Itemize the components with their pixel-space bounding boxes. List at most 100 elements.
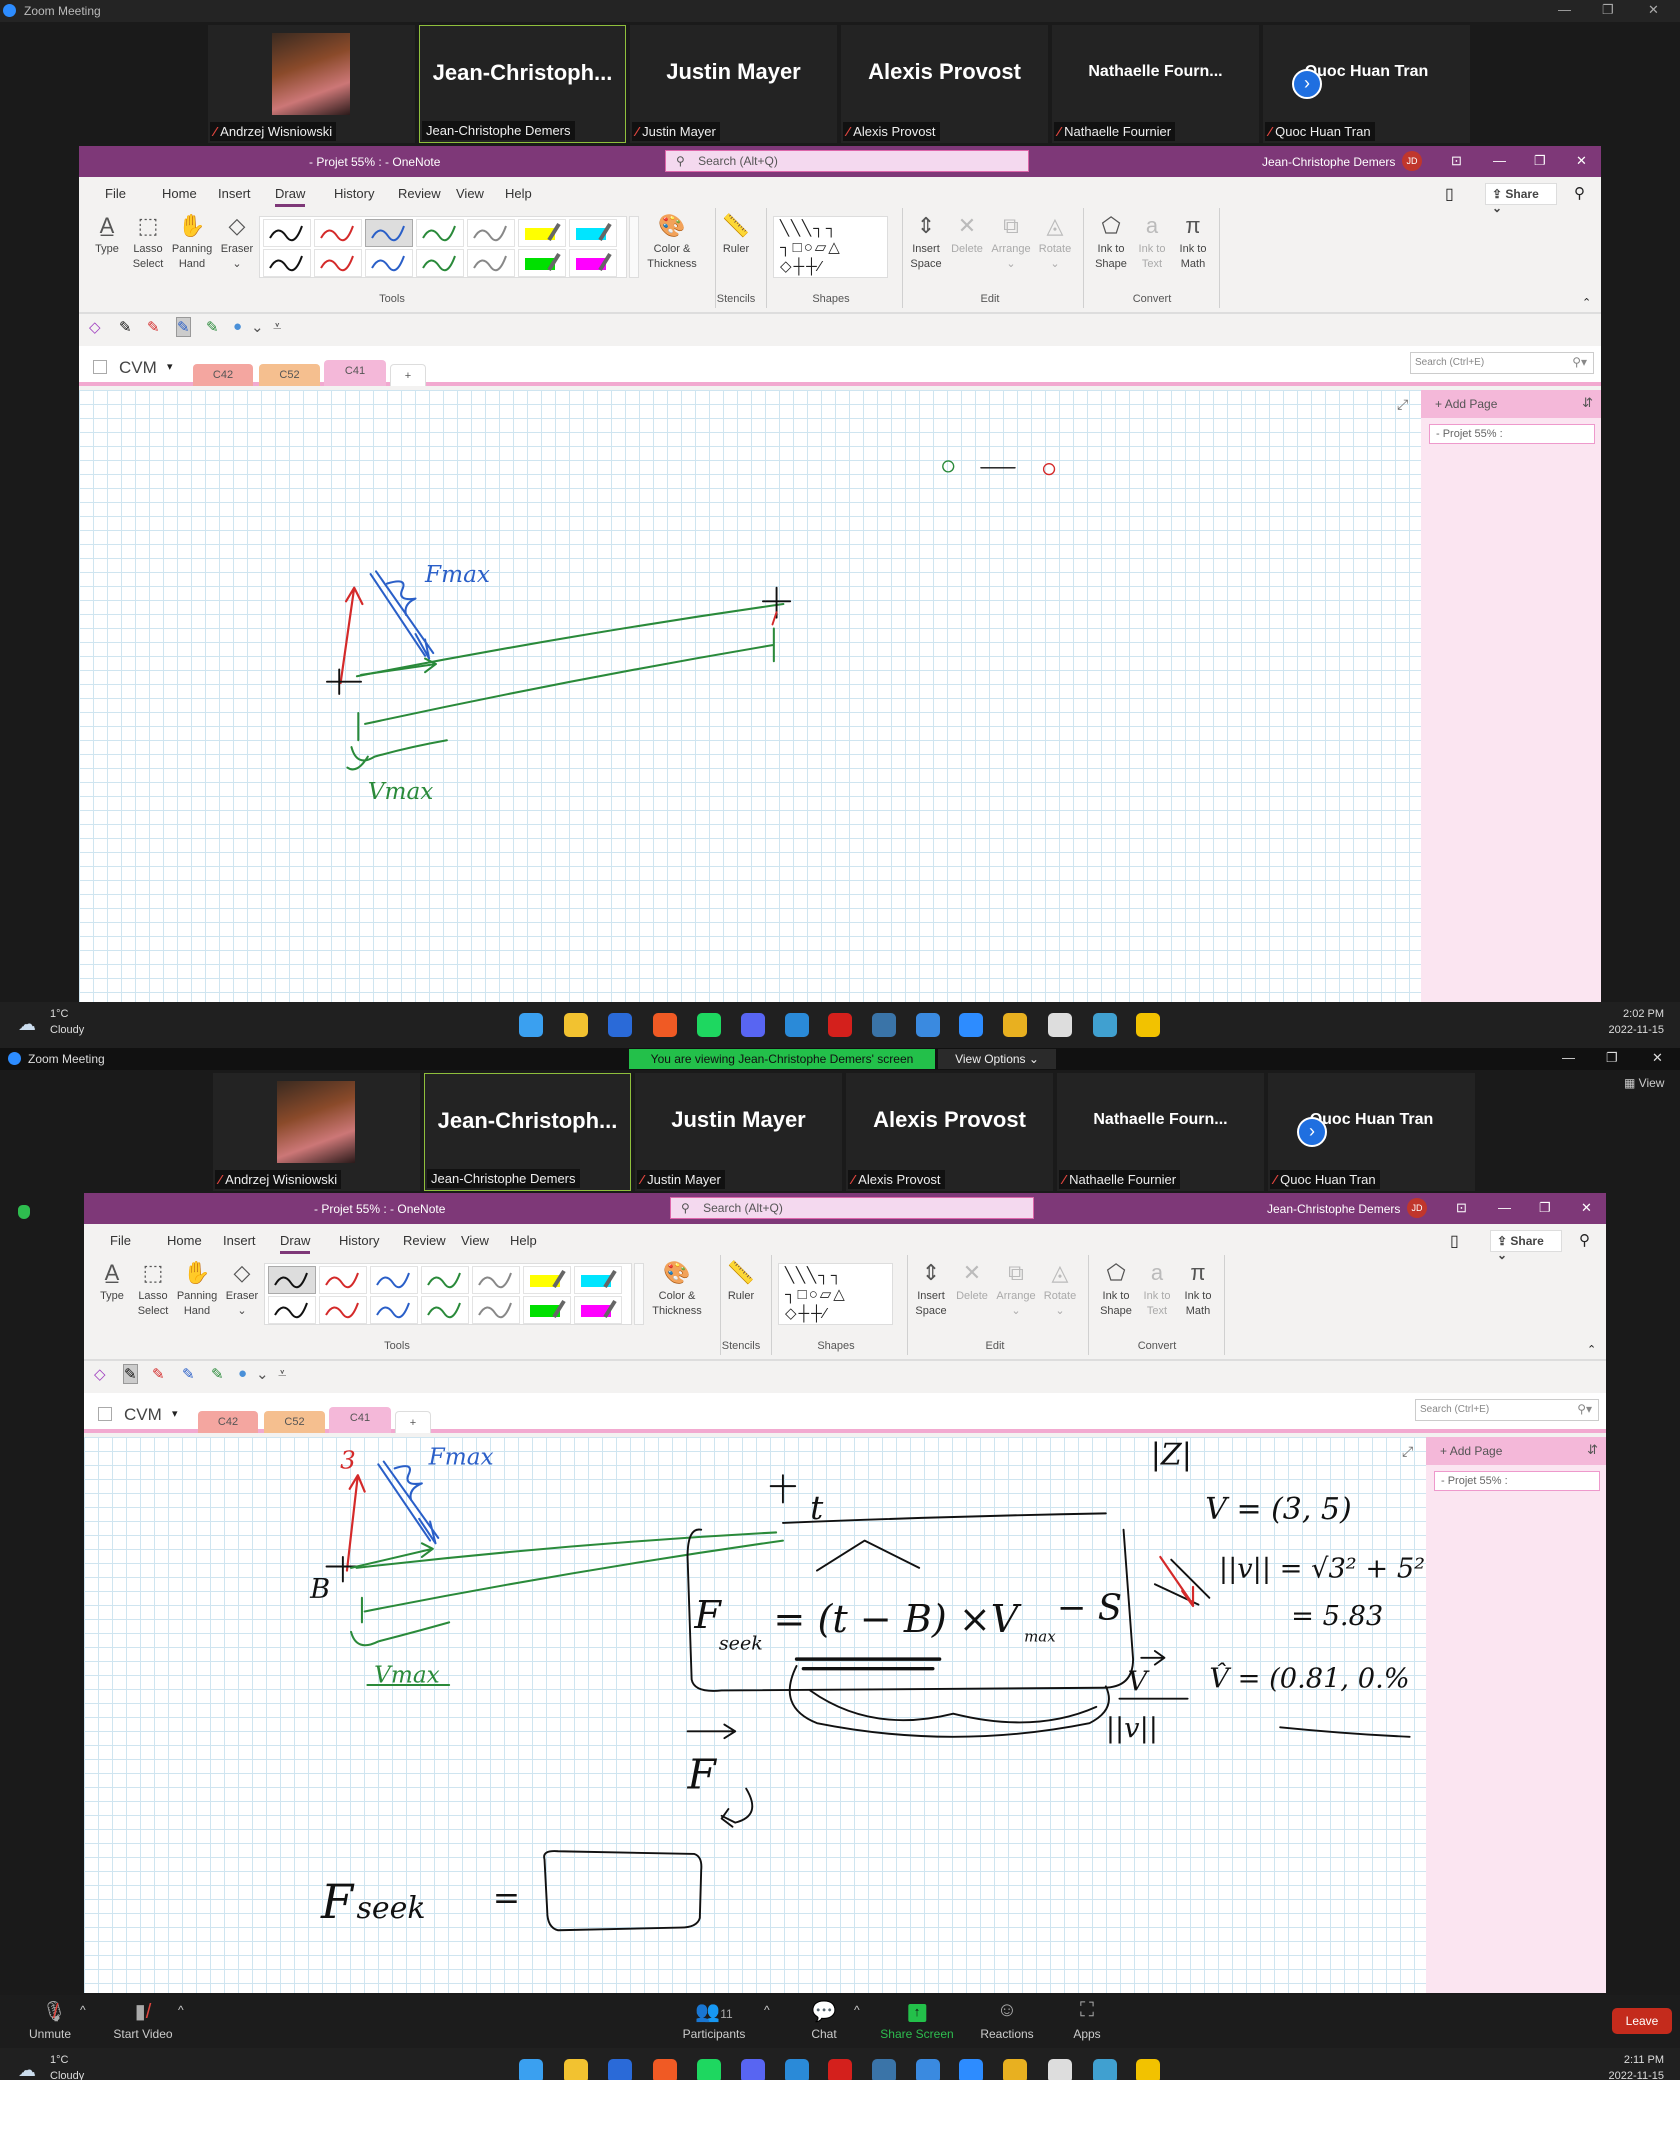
pen-swatch[interactable] (518, 219, 566, 247)
tab-view[interactable]: View (461, 1233, 489, 1248)
brave-icon[interactable] (653, 2059, 677, 2080)
section-tab-c52[interactable]: C52 (259, 364, 320, 386)
file-explorer-icon[interactable] (564, 1013, 588, 1037)
ink-drawing[interactable]: Fmax Vmax (79, 390, 1421, 1002)
black-pen-icon[interactable]: ✎ (123, 1364, 138, 1384)
tab-view[interactable]: View (456, 186, 484, 201)
ruler-button[interactable]: 📏 Ruler (721, 1259, 761, 1304)
tab-insert[interactable]: Insert (218, 186, 251, 201)
color-thickness-button[interactable]: 🎨 Color & Thickness (649, 1259, 705, 1319)
tool-eraser[interactable]: ◇ Eraser ⌄ (216, 212, 258, 272)
acrobat-icon[interactable] (828, 1013, 852, 1037)
tab-draw[interactable]: Draw (280, 1233, 311, 1254)
tool-type[interactable]: A̲ Type (86, 212, 128, 257)
notebook-name[interactable]: CVM (119, 358, 157, 378)
participants-caret-icon[interactable]: ^ (764, 2003, 770, 2017)
share-screen-button[interactable]: ↑ Share Screen (880, 1999, 954, 2041)
tab-file[interactable]: File (110, 1233, 131, 1248)
weather-icon[interactable]: ☁ (18, 1014, 36, 1035)
pen-swatch[interactable] (365, 249, 413, 277)
minimize-icon[interactable]: — (1562, 1050, 1575, 1065)
close-icon[interactable]: ✕ (1648, 2, 1659, 18)
user-name[interactable]: Jean-Christophe Demers (1262, 155, 1395, 169)
share-button[interactable]: ⇪ Share ⌄ (1485, 183, 1557, 215)
pen-swatch[interactable] (518, 249, 566, 277)
pen-swatch[interactable] (370, 1296, 418, 1324)
note-canvas[interactable]: Fmax Vmax ⤢ (79, 390, 1421, 1002)
ribbon-display-icon[interactable]: ⊡ (1451, 153, 1462, 169)
unmute-button[interactable]: 🎙/ Unmute (29, 1999, 71, 2041)
minimize-icon[interactable]: — (1493, 153, 1506, 168)
tool-panning[interactable]: ✋ Panning Hand (176, 1259, 218, 1319)
next-participants-button[interactable]: › (1297, 1117, 1327, 1147)
sticky-person-icon[interactable]: ⚲ (1574, 184, 1585, 202)
customize-icon[interactable]: ⩡ (273, 318, 281, 335)
weather-temp[interactable]: 1°C (50, 2054, 68, 2066)
ribbon-insertspace-button[interactable]: ⇕ Insert Space (909, 1259, 953, 1319)
weather-icon[interactable]: ☁ (18, 2060, 36, 2080)
pen-swatch[interactable] (523, 1266, 571, 1294)
1password-icon[interactable] (608, 1013, 632, 1037)
zoom-icon[interactable] (959, 2059, 983, 2080)
restore-icon[interactable]: ❐ (1539, 1200, 1551, 1216)
pen-swatch[interactable] (569, 249, 617, 277)
1password-icon[interactable] (608, 2059, 632, 2080)
file-explorer-icon[interactable] (564, 2059, 588, 2080)
tool-panning[interactable]: ✋ Panning Hand (171, 212, 213, 272)
vscode-icon[interactable] (785, 2059, 809, 2080)
pen-swatch[interactable] (263, 219, 311, 247)
tab-home[interactable]: Home (162, 186, 197, 201)
star-app-icon[interactable] (1003, 1013, 1027, 1037)
shapes-gallery[interactable]: ╲╲╲┐┐ ┐□○▱△ ◇┼┼⁄ (778, 1263, 893, 1325)
clock-time[interactable]: 2:02 PM (1623, 1008, 1664, 1020)
acrobat-icon[interactable] (828, 2059, 852, 2080)
pen-swatch[interactable] (472, 1266, 520, 1294)
participant-tile[interactable]: ⁄ Andrzej Wisniowski (213, 1073, 420, 1191)
weather-condition[interactable]: Cloudy (50, 2070, 84, 2080)
section-tab-c41[interactable]: C41 (329, 1407, 391, 1433)
notebook-dropdown-icon[interactable]: ▾ (167, 360, 173, 373)
eraser-pen-icon[interactable]: ◇ (89, 318, 101, 336)
tool-lasso[interactable]: ⬚ Lasso Select (127, 212, 169, 272)
python-icon[interactable] (872, 2059, 896, 2080)
color-circle-icon[interactable]: ● (238, 1365, 247, 1382)
clock-date[interactable]: 2022-11-15 (1609, 2070, 1664, 2080)
expand-icon[interactable]: ⤢ (1397, 396, 1408, 413)
pen-swatch[interactable] (319, 1296, 367, 1324)
discord-icon[interactable] (741, 2059, 765, 2080)
pen-swatch[interactable] (263, 249, 311, 277)
view-button[interactable]: ▦ View (1624, 1076, 1674, 1096)
participant-tile[interactable]: Alexis Provost ⁄ Alexis Provost (846, 1073, 1053, 1191)
expand-icon[interactable]: ⤢ (1402, 1443, 1413, 1460)
page-item[interactable]: - Projet 55% : (1434, 1471, 1600, 1491)
red-pen-icon[interactable]: ✎ (152, 1365, 165, 1383)
section-tab-c52[interactable]: C52 (264, 1411, 325, 1433)
photos-icon[interactable] (916, 2059, 940, 2080)
ribbon-inktoshape-button[interactable]: ⬠ Ink to Shape (1094, 1259, 1138, 1319)
spotify-icon[interactable] (697, 2059, 721, 2080)
search-box[interactable]: ⚲ Search (Alt+Q) (665, 150, 1029, 172)
maximize-icon[interactable]: ❐ (1602, 2, 1614, 18)
chat-caret-icon[interactable]: ^ (854, 2003, 860, 2017)
notebook-icon[interactable] (98, 1407, 112, 1421)
pen-swatch[interactable] (467, 219, 515, 247)
video-options-caret-icon[interactable]: ^ (178, 2003, 184, 2017)
section-tab-c42[interactable]: C42 (198, 1411, 258, 1433)
section-tab-c41[interactable]: C41 (324, 360, 386, 386)
participants-button[interactable]: 👥11 Participants (683, 1999, 746, 2041)
tab-review[interactable]: Review (403, 1233, 446, 1248)
star-app-icon[interactable] (1003, 2059, 1027, 2080)
user-name[interactable]: Jean-Christophe Demers (1267, 1202, 1400, 1216)
pen-swatch[interactable] (370, 1266, 418, 1294)
photos-icon[interactable] (916, 1013, 940, 1037)
pen-swatch[interactable] (523, 1296, 571, 1324)
notebook-name[interactable]: CVM (124, 1405, 162, 1425)
tab-draw[interactable]: Draw (275, 186, 306, 207)
leave-button[interactable]: Leave (1612, 2008, 1672, 2034)
pen-swatch[interactable] (467, 249, 515, 277)
page-search-box[interactable]: Search (Ctrl+E) ⚲▾ (1410, 352, 1594, 374)
audio-options-caret-icon[interactable]: ^ (80, 2003, 86, 2017)
restore-icon[interactable]: ❐ (1534, 153, 1546, 169)
tool-lasso[interactable]: ⬚ Lasso Select (132, 1259, 174, 1319)
note-canvas[interactable]: 3 Fmax B Vmax |Z| t F seek = (t − B) ×V … (84, 1437, 1426, 1993)
